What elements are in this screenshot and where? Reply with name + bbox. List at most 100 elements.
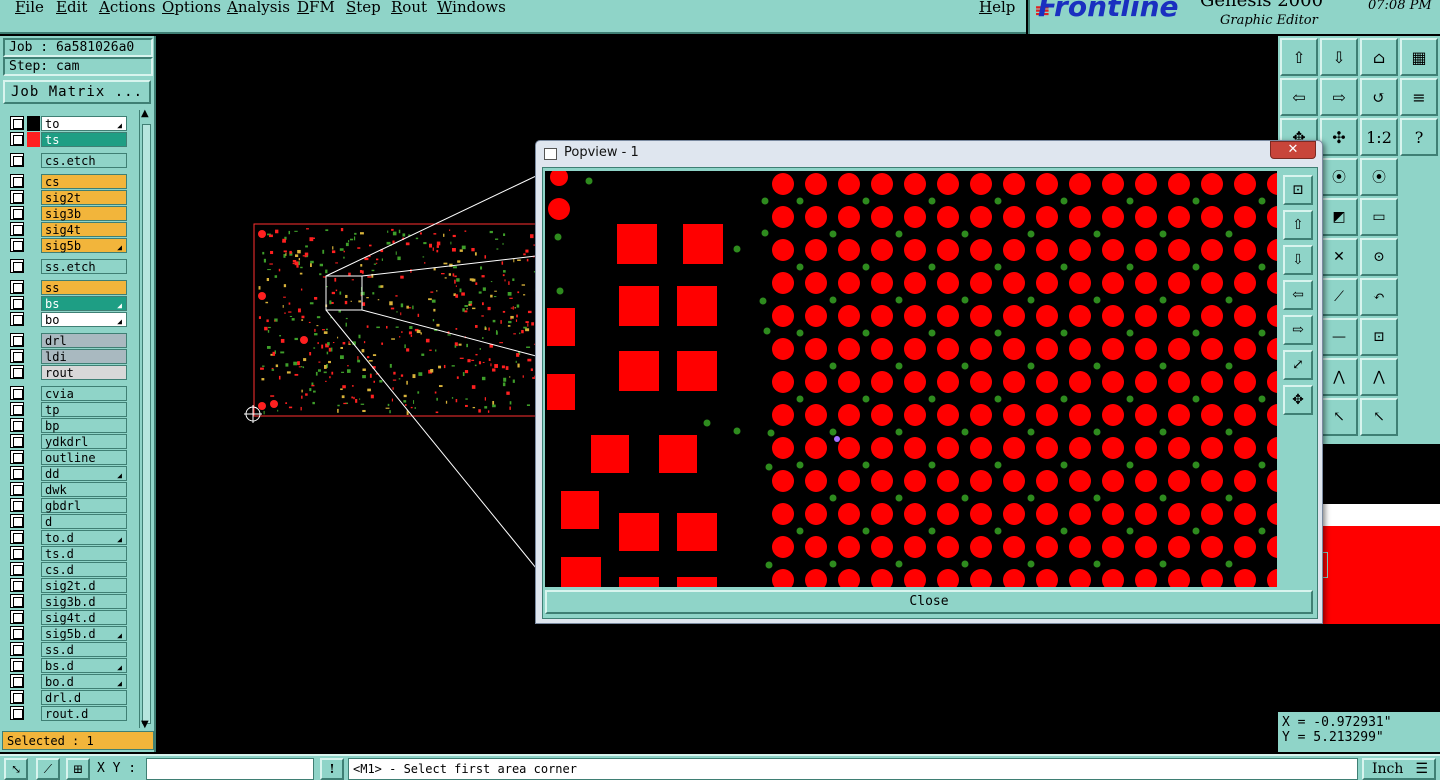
layer-name[interactable]: ts.d: [41, 546, 127, 561]
xy-input[interactable]: [146, 758, 314, 780]
connect-icon[interactable]: ⦿: [1320, 158, 1358, 196]
layer-checkbox[interactable]: [10, 116, 24, 130]
layer-row-tp[interactable]: tp: [8, 402, 128, 417]
scrollbar-thumb[interactable]: [142, 124, 151, 724]
layer-checkbox[interactable]: [10, 132, 24, 146]
layer-checkbox[interactable]: [10, 365, 24, 379]
arrow-a-icon[interactable]: ⋀: [1360, 358, 1398, 396]
layer-name[interactable]: to.d ◢: [41, 530, 127, 545]
layer-row-sig5b-d[interactable]: sig5b.d ◢: [8, 626, 128, 641]
layer-name[interactable]: d: [41, 514, 127, 529]
layer-name[interactable]: sig2t: [41, 190, 127, 205]
layer-name[interactable]: sig5b ◢: [41, 238, 127, 253]
layer-name[interactable]: rout.d: [41, 706, 127, 721]
layer-name[interactable]: ss.d: [41, 642, 127, 657]
layer-row-cs-d[interactable]: cs.d: [8, 562, 128, 577]
layer-checkbox[interactable]: [10, 626, 24, 640]
arc-icon[interactable]: ↶: [1360, 278, 1398, 316]
layer-row-to[interactable]: to ◢: [8, 116, 128, 131]
layer-row-to-d[interactable]: to.d ◢: [8, 530, 128, 545]
layer-name[interactable]: gbdrl: [41, 498, 127, 513]
layer-row-ss-etch[interactable]: ss.etch: [8, 259, 128, 274]
layer-checkbox[interactable]: [10, 402, 24, 416]
layer-row-d[interactable]: d: [8, 514, 128, 529]
layer-checkbox[interactable]: [10, 546, 24, 560]
move-right-icon[interactable]: ⇨: [1283, 315, 1313, 345]
layer-list-scrollbar[interactable]: ▲ ▼: [139, 108, 153, 730]
zoom-fit-icon[interactable]: ⊡: [1283, 175, 1313, 205]
layer-row-sig5b[interactable]: sig5b ◢: [8, 238, 128, 253]
draw-line-icon[interactable]: ◩: [1320, 198, 1358, 236]
layer-checkbox[interactable]: [10, 259, 24, 273]
layer-checkbox[interactable]: [10, 296, 24, 310]
layer-row-sig4t-d[interactable]: sig4t.d: [8, 610, 128, 625]
layer-checkbox[interactable]: [10, 333, 24, 347]
layer-up-icon[interactable]: ⇧: [1283, 210, 1313, 240]
menu-step[interactable]: Step: [346, 0, 381, 16]
layer-name[interactable]: cs.etch: [41, 153, 127, 168]
layer-checkbox[interactable]: [10, 498, 24, 512]
layer-down-icon[interactable]: ⇩: [1283, 245, 1313, 275]
pointer-a-icon[interactable]: ↖: [1360, 398, 1398, 436]
layer-down-icon[interactable]: ⇩: [1320, 38, 1358, 76]
move-left-icon[interactable]: ⇦: [1280, 78, 1318, 116]
layer-row-rout-d[interactable]: rout.d: [8, 706, 128, 721]
layer-name[interactable]: dwk: [41, 482, 127, 497]
layer-checkbox[interactable]: [10, 466, 24, 480]
layer-checkbox[interactable]: [10, 706, 24, 720]
layer-row-gbdrl[interactable]: gbdrl: [8, 498, 128, 513]
layer-row-ts-d[interactable]: ts.d: [8, 546, 128, 561]
units-selector[interactable]: Inch ☰: [1362, 758, 1436, 780]
layer-row-sig4t[interactable]: sig4t: [8, 222, 128, 237]
menu-actions[interactable]: Actions: [99, 0, 155, 16]
popview-window[interactable]: Popview - 1 ✕ ⊡ ⇧ ⇩ ⇦ ⇨ ⤢ ✥ Close: [535, 140, 1323, 624]
layer-row-ss[interactable]: ss: [8, 280, 128, 295]
move-right-icon[interactable]: ⇨: [1320, 78, 1358, 116]
layer-name[interactable]: ss: [41, 280, 127, 295]
layer-checkbox[interactable]: [10, 674, 24, 688]
move-left-icon[interactable]: ⇦: [1283, 280, 1313, 310]
cross-icon[interactable]: ✕: [1320, 238, 1358, 276]
pan-icon[interactable]: ✣: [1320, 118, 1358, 156]
alert-icon[interactable]: !: [320, 758, 344, 780]
layer-row-outline[interactable]: outline: [8, 450, 128, 465]
layer-checkbox[interactable]: [10, 658, 24, 672]
menu-windows[interactable]: Windows: [437, 0, 506, 16]
layer-checkbox[interactable]: [10, 312, 24, 326]
layer-checkbox[interactable]: [10, 578, 24, 592]
layer-name[interactable]: ts: [41, 132, 127, 147]
zoom-area-icon[interactable]: ⤡: [4, 758, 28, 780]
window-close-button[interactable]: ✕: [1270, 141, 1316, 159]
scroll-up-icon[interactable]: ▲: [141, 108, 149, 119]
layer-row-drl-d[interactable]: drl.d: [8, 690, 128, 705]
pan-icon[interactable]: ✥: [1283, 385, 1313, 415]
layer-name[interactable]: sig4t: [41, 222, 127, 237]
layer-name[interactable]: outline: [41, 450, 127, 465]
layer-checkbox[interactable]: [10, 206, 24, 220]
slash-icon[interactable]: ⟋: [1320, 278, 1358, 316]
layer-name[interactable]: sig3b.d: [41, 594, 127, 609]
layer-row-dd[interactable]: dd ◢: [8, 466, 128, 481]
layer-row-ss-d[interactable]: ss.d: [8, 642, 128, 657]
layer-checkbox[interactable]: [10, 450, 24, 464]
layer-name[interactable]: sig4t.d: [41, 610, 127, 625]
layer-row-rout[interactable]: rout: [8, 365, 128, 380]
layer-row-drl[interactable]: drl: [8, 333, 128, 348]
layer-row-sig2t-d[interactable]: sig2t.d: [8, 578, 128, 593]
job-matrix-button[interactable]: Job Matrix ...: [3, 80, 151, 104]
layer-row-cs-etch[interactable]: cs.etch: [8, 153, 128, 168]
layer-checkbox[interactable]: [10, 349, 24, 363]
layer-name[interactable]: cs: [41, 174, 127, 189]
layer-name[interactable]: dd ◢: [41, 466, 127, 481]
ruler-icon[interactable]: ▭: [1360, 198, 1398, 236]
menu-dfm[interactable]: DFM: [297, 0, 335, 16]
layer-name[interactable]: cvia: [41, 386, 127, 401]
layer-name[interactable]: sig5b.d ◢: [41, 626, 127, 641]
layer-up-icon[interactable]: ⇧: [1280, 38, 1318, 76]
menu-options[interactable]: Options: [162, 0, 221, 16]
help-icon[interactable]: ?: [1400, 118, 1438, 156]
layer-name[interactable]: cs.d: [41, 562, 127, 577]
layer-row-sig3b[interactable]: sig3b: [8, 206, 128, 221]
layer-row-sig2t[interactable]: sig2t: [8, 190, 128, 205]
arrow-up-icon[interactable]: ⋀: [1320, 358, 1358, 396]
